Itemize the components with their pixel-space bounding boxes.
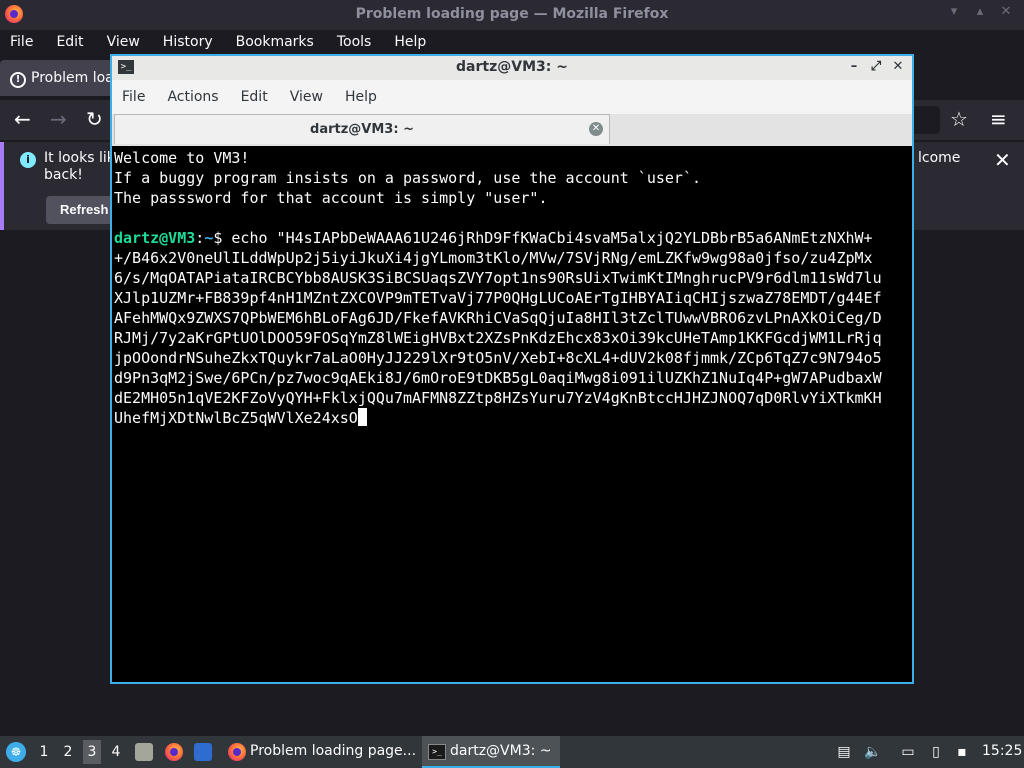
task-label: Problem loading page... <box>250 743 417 759</box>
minimize-icon[interactable]: ▾ <box>944 4 964 19</box>
firefox-menubar: File Edit View History Bookmarks Tools H… <box>0 30 1024 54</box>
term-menu-actions[interactable]: Actions <box>167 89 218 105</box>
term-menu-help[interactable]: Help <box>345 89 377 105</box>
notification-text: It looks lik back! <box>44 150 115 184</box>
file-manager-icon[interactable] <box>135 743 153 761</box>
terminal-output[interactable]: Welcome to VM3! If a buggy program insis… <box>114 148 910 682</box>
info-icon: i <box>20 152 36 168</box>
terminal-icon: >_ <box>428 744 446 760</box>
firefox-launcher-icon[interactable] <box>165 743 183 761</box>
menu-history[interactable]: History <box>163 34 213 50</box>
clock[interactable]: 15:25 <box>982 743 1022 759</box>
menu-bookmarks[interactable]: Bookmarks <box>236 34 314 50</box>
reload-icon[interactable]: ↻ <box>86 108 103 130</box>
network-icon[interactable]: ▭ <box>900 744 916 760</box>
prompt-user: dartz@VM3 <box>114 229 196 247</box>
close-icon[interactable]: ✕ <box>996 4 1016 19</box>
prompt-separator: : <box>195 229 205 247</box>
notifications-icon[interactable]: ▪ <box>954 744 970 760</box>
close-icon[interactable]: ✕ <box>890 59 906 74</box>
show-desktop-icon[interactable] <box>194 743 212 761</box>
maximize-icon[interactable]: ▴ <box>970 4 990 19</box>
terminal-menubar: File Actions Edit View Help <box>112 80 912 114</box>
terminal-window-title: dartz@VM3: ~ <box>456 59 568 75</box>
output-line: The passsword for that account is simply… <box>114 189 548 207</box>
menu-file[interactable]: File <box>10 34 33 50</box>
menu-edit[interactable]: Edit <box>56 34 83 50</box>
terminal-tab-label: dartz@VM3: ~ <box>310 122 414 137</box>
text-cursor <box>357 408 367 426</box>
workspace-4[interactable]: 4 <box>107 744 125 760</box>
workspace-1[interactable]: 1 <box>35 744 53 760</box>
notification-line-2: back! <box>44 167 83 183</box>
info-icon: ! <box>10 72 26 88</box>
workspace-3[interactable]: 3 <box>83 740 101 764</box>
taskbar-firefox-task[interactable]: Problem loading page... <box>222 736 418 768</box>
menu-view[interactable]: View <box>107 34 140 50</box>
firefox-icon <box>228 743 246 761</box>
forward-arrow-icon[interactable]: → <box>50 108 67 130</box>
firefox-window-title: Problem loading page — Mozilla Firefox <box>355 6 669 22</box>
output-line: If a buggy program insists on a password… <box>114 169 701 187</box>
clipboard-icon[interactable]: ▯ <box>928 744 944 760</box>
terminal-tabbar: dartz@VM3: ~ ✕ <box>112 114 912 146</box>
terminal-window: >_ dartz@VM3: ~ – ⤢ ✕ File Actions Edit … <box>110 54 914 684</box>
hamburger-menu-icon[interactable]: ≡ <box>990 108 1007 130</box>
prompt-path: ~ <box>204 229 214 247</box>
terminal-titlebar[interactable]: >_ dartz@VM3: ~ – ⤢ ✕ <box>112 56 912 80</box>
terminal-tab[interactable]: dartz@VM3: ~ ✕ <box>114 114 610 144</box>
maximize-icon[interactable]: ⤢ <box>868 59 884 74</box>
browser-tab-title: Problem loa <box>31 70 114 86</box>
application-menu-icon[interactable]: ☸ <box>6 742 26 762</box>
close-icon[interactable]: ✕ <box>994 148 1011 172</box>
output-line: Welcome to VM3! <box>114 149 250 167</box>
term-menu-edit[interactable]: Edit <box>241 89 268 105</box>
term-menu-file[interactable]: File <box>122 89 145 105</box>
bookmark-star-icon[interactable]: ☆ <box>950 108 968 130</box>
command-text: echo "H4sIAPbDeWAAA61U246jRhD9FfKWaCbi4s… <box>114 229 882 427</box>
term-menu-view[interactable]: View <box>290 89 323 105</box>
close-tab-icon[interactable]: ✕ <box>589 122 603 136</box>
command-line: dartz@VM3:~$ echo "H4sIAPbDeWAAA61U246jR… <box>114 228 890 428</box>
taskbar-terminal-task[interactable]: >_ dartz@VM3: ~ <box>422 736 560 768</box>
task-label: dartz@VM3: ~ <box>450 743 552 759</box>
menu-help[interactable]: Help <box>394 34 426 50</box>
notification-line-1: It looks lik <box>44 150 115 166</box>
notification-text-right: lcome <box>918 150 961 166</box>
minimize-icon[interactable]: – <box>846 59 862 74</box>
tray-scroll-icon[interactable]: ▤ <box>836 744 852 760</box>
volume-icon[interactable]: 🔈 <box>864 744 881 760</box>
workspace-2[interactable]: 2 <box>59 744 77 760</box>
back-arrow-icon[interactable]: ← <box>14 108 31 130</box>
menu-tools[interactable]: Tools <box>337 34 372 50</box>
firefox-titlebar: Problem loading page — Mozilla Firefox ▾… <box>0 0 1024 31</box>
